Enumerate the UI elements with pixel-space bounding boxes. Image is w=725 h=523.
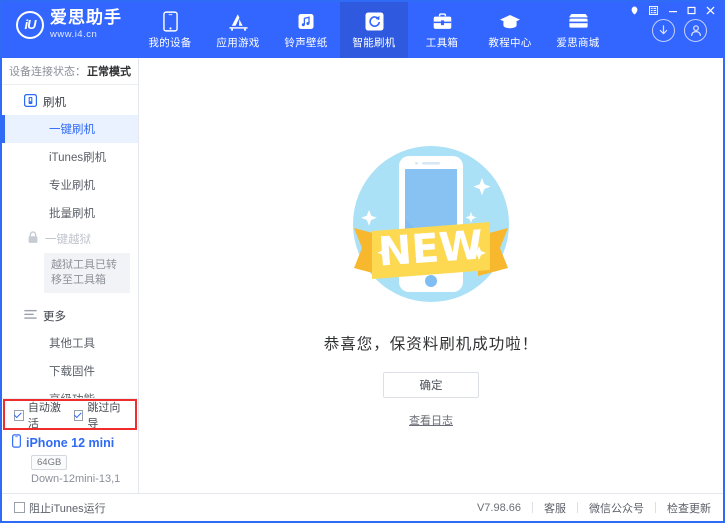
sidebar-item-itunes-flash-label: iTunes刷机	[49, 149, 106, 165]
tab-store-label: 爱思商城	[556, 35, 599, 50]
sidebar-item-other-tools-label: 其他工具	[49, 335, 95, 351]
tab-toolbox[interactable]: 工具箱	[408, 2, 476, 58]
tab-tutorials-label: 教程中心	[488, 35, 531, 50]
sidebar-bottom: 自动激活 跳过向导 iPhone 12 mini 64GB	[2, 398, 138, 493]
download-icon[interactable]	[652, 19, 675, 42]
sidebar-group-flash: 刷机	[2, 89, 138, 115]
user-account-icon[interactable]	[684, 19, 707, 42]
phone-small-icon	[12, 434, 21, 451]
view-log-link[interactable]: 查看日志	[409, 412, 453, 428]
sidebar-options-row: 自动激活 跳过向导	[6, 402, 134, 428]
connection-status: 设备连接状态：正常模式	[2, 58, 138, 85]
theme-icon[interactable]	[626, 4, 643, 17]
confirm-button[interactable]: 确定	[383, 372, 479, 398]
skip-wizard-label: 跳过向导	[87, 399, 126, 431]
app-header: iU 爱思助手 www.i4.cn 我的设备 应用游戏	[2, 2, 723, 58]
tab-my-device-label: 我的设备	[148, 35, 191, 50]
main-content: NEW 恭喜您，保资料刷机成功啦！ 确定 查看日志	[139, 58, 723, 493]
wechat-link[interactable]: 微信公众号	[589, 500, 644, 516]
connection-status-value: 正常模式	[87, 63, 131, 79]
block-itunes-checkbox-box[interactable]	[14, 502, 25, 513]
separator	[577, 502, 578, 513]
sidebar-group-flash-label: 刷机	[43, 94, 66, 110]
appstore-icon	[228, 10, 249, 32]
tab-apps-games[interactable]: 应用游戏	[204, 2, 272, 58]
auto-activate-checkbox[interactable]: 自动激活	[14, 399, 67, 431]
music-icon	[297, 10, 315, 32]
sidebar-nav: 刷机 一键刷机 iTunes刷机 专业刷机 批量刷机	[2, 85, 138, 398]
sidebar-item-advanced[interactable]: 高级功能	[2, 385, 138, 398]
tab-smart-flash[interactable]: 智能刷机	[340, 2, 408, 58]
tab-smart-flash-label: 智能刷机	[352, 35, 395, 50]
phone-icon	[163, 10, 178, 32]
tab-my-device[interactable]: 我的设备	[136, 2, 204, 58]
device-identifier: Down-12mini-13,1	[31, 473, 138, 485]
brand-url: www.i4.cn	[50, 30, 122, 40]
new-phone-badge-illustration: NEW	[336, 136, 526, 318]
flash-device-icon	[24, 94, 37, 110]
lock-icon	[27, 231, 39, 247]
sidebar-group-more-label: 更多	[43, 308, 66, 324]
sidebar-item-batch-flash[interactable]: 批量刷机	[2, 199, 138, 227]
tab-ringtones-wallpaper-label: 铃声壁纸	[284, 35, 327, 50]
sidebar-item-download-firmware-label: 下载固件	[49, 363, 95, 379]
app-body: 设备连接状态：正常模式 刷机 一键刷机 iTunes刷机 专业刷机	[2, 58, 723, 493]
main-navigation: 我的设备 应用游戏 铃声壁纸 智能刷机	[136, 2, 612, 58]
sidebar-item-pro-flash-label: 专业刷机	[49, 177, 95, 193]
connection-status-label: 设备连接状态：	[9, 63, 86, 79]
device-name: iPhone 12 mini	[26, 436, 114, 450]
success-message: 恭喜您，保资料刷机成功啦！	[324, 332, 539, 354]
sidebar: 设备连接状态：正常模式 刷机 一键刷机 iTunes刷机 专业刷机	[2, 58, 139, 493]
logo-mark-text: iU	[25, 17, 36, 32]
block-itunes-label: 阻止iTunes运行	[29, 500, 106, 516]
maximize-icon[interactable]	[683, 4, 700, 17]
store-icon	[567, 10, 590, 32]
graduation-cap-icon	[499, 10, 521, 32]
sidebar-item-pro-flash[interactable]: 专业刷机	[2, 171, 138, 199]
skip-wizard-checkbox-box[interactable]	[74, 410, 84, 421]
tab-store[interactable]: 爱思商城	[544, 2, 612, 58]
sidebar-item-one-key-flash[interactable]: 一键刷机	[2, 115, 138, 143]
window-controls	[626, 4, 719, 17]
sidebar-item-one-key-flash-label: 一键刷机	[49, 121, 95, 137]
status-bar: 阻止iTunes运行 V7.98.66 客服 微信公众号 检查更新	[2, 493, 723, 521]
sidebar-item-other-tools[interactable]: 其他工具	[2, 329, 138, 357]
separator	[655, 502, 656, 513]
logo-mark-icon: iU	[16, 11, 44, 39]
block-itunes-checkbox[interactable]: 阻止iTunes运行	[14, 500, 106, 516]
close-icon[interactable]	[702, 4, 719, 17]
skip-wizard-checkbox[interactable]: 跳过向导	[74, 399, 127, 431]
brand-name: 爱思助手	[50, 10, 122, 27]
auto-activate-checkbox-box[interactable]	[14, 410, 24, 421]
sidebar-item-download-firmware[interactable]: 下载固件	[2, 357, 138, 385]
svg-text:NEW: NEW	[377, 222, 485, 275]
tab-ringtones-wallpaper[interactable]: 铃声壁纸	[272, 2, 340, 58]
separator	[532, 502, 533, 513]
support-link[interactable]: 客服	[544, 500, 566, 516]
list-icon	[24, 309, 37, 323]
sidebar-item-itunes-flash[interactable]: iTunes刷机	[2, 143, 138, 171]
sidebar-group-more: 更多	[2, 303, 138, 329]
brand-logo: iU 爱思助手 www.i4.cn	[2, 2, 130, 40]
connected-device-card[interactable]: iPhone 12 mini 64GB Down-12mini-13,1	[2, 430, 138, 493]
sidebar-item-jailbreak-label: 一键越狱	[45, 231, 91, 247]
refresh-icon	[365, 10, 384, 32]
tab-toolbox-label: 工具箱	[426, 35, 458, 50]
device-name-row: iPhone 12 mini	[12, 434, 138, 451]
app-window: iU 爱思助手 www.i4.cn 我的设备 应用游戏	[0, 0, 725, 523]
status-bar-right: V7.98.66 客服 微信公众号 检查更新	[477, 500, 711, 516]
tab-apps-games-label: 应用游戏	[216, 35, 259, 50]
check-update-link[interactable]: 检查更新	[667, 500, 711, 516]
version-label: V7.98.66	[477, 502, 521, 514]
tab-tutorials[interactable]: 教程中心	[476, 2, 544, 58]
minimize-icon[interactable]	[664, 4, 681, 17]
auto-activate-label: 自动激活	[28, 399, 67, 431]
toolbox-icon	[432, 10, 453, 32]
jailbreak-tooltip: 越狱工具已转移至工具箱	[44, 253, 130, 293]
sidebar-item-advanced-label: 高级功能	[49, 391, 95, 398]
sidebar-item-jailbreak: 一键越狱	[2, 227, 138, 251]
device-capacity-badge: 64GB	[31, 455, 67, 470]
sidebar-item-batch-flash-label: 批量刷机	[49, 205, 95, 221]
menu-icon[interactable]	[645, 4, 662, 17]
